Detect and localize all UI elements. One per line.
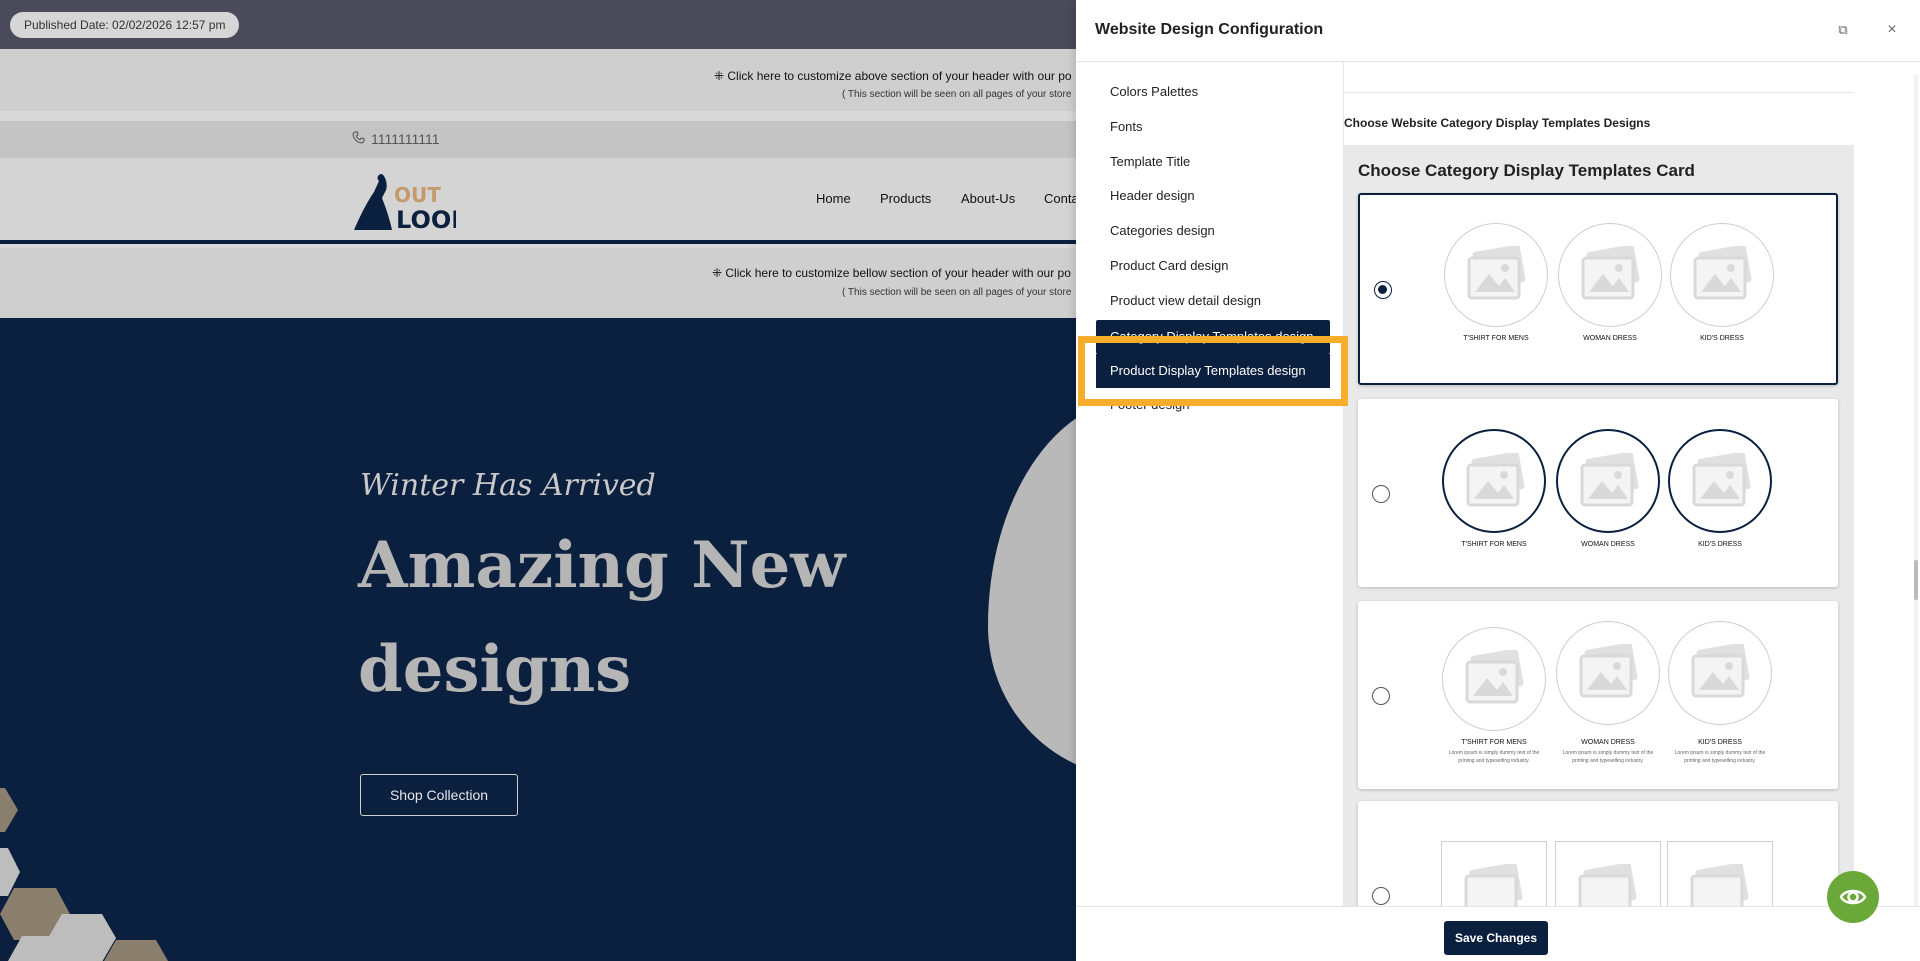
category-label: WOMAN DRESS [1581, 541, 1635, 548]
image-placeholder-icon [1667, 841, 1773, 906]
template-option-1[interactable]: T'SHIRT FOR MENS WOMAN DRESS KID'S DRESS [1358, 193, 1838, 385]
category-label: WOMAN DRESS [1581, 739, 1635, 746]
image-placeholder-icon [1441, 841, 1547, 906]
category-preview [1554, 841, 1662, 906]
category-preview: WOMAN DRESS [1556, 223, 1664, 342]
template-option-1-radio[interactable] [1374, 281, 1392, 299]
template-option-3[interactable]: T'SHIRT FOR MENS Lorem ipsum is simply d… [1358, 601, 1838, 789]
image-placeholder-icon [1555, 841, 1661, 906]
design-config-drawer: Website Design Configuration ⧉ × Colors … [1076, 0, 1920, 961]
content-scroll-thumb[interactable] [1914, 560, 1918, 600]
template-option-2[interactable]: T'SHIRT FOR MENS WOMAN DRESS KID'S DRESS [1358, 399, 1838, 587]
image-placeholder-icon [1668, 621, 1772, 725]
hero-decor-shape [988, 398, 1076, 778]
menu-colors-palettes[interactable]: Colors Palettes [1110, 84, 1198, 99]
category-label: T'SHIRT FOR MENS [1461, 739, 1527, 746]
drawer-footer: Save Changes [1076, 906, 1920, 961]
template-options-panel: Choose Category Display Templates Card T… [1344, 145, 1854, 906]
category-preview: KID'S DRESS [1666, 429, 1774, 548]
above-header-cta[interactable]: ⁜ Click here to customize above section … [714, 69, 1072, 83]
image-placeholder-icon [1442, 429, 1546, 533]
expand-icon[interactable]: ⧉ [1835, 22, 1851, 38]
drawer-title: Website Design Configuration [1095, 21, 1324, 38]
divider [1344, 92, 1854, 93]
phone-icon [352, 131, 365, 147]
hero-headline-line1: Amazing New [358, 528, 846, 603]
logo-text-top: OUT [394, 183, 441, 207]
menu-fonts[interactable]: Fonts [1110, 119, 1143, 134]
phone-bar: 1111111111 [0, 121, 1076, 158]
category-preview: T'SHIRT FOR MENS [1440, 429, 1548, 548]
image-placeholder-icon [1556, 621, 1660, 725]
category-preview: WOMAN DRESS [1554, 429, 1662, 548]
hero-headline-line2: designs [358, 632, 632, 707]
menu-categories-design[interactable]: Categories design [1110, 223, 1215, 238]
image-placeholder-icon [1444, 223, 1548, 327]
nav-about-us[interactable]: About-Us [961, 191, 1015, 206]
category-label: WOMAN DRESS [1583, 335, 1637, 342]
above-header-customize-strip[interactable]: ⁜ Click here to customize above section … [0, 49, 1076, 111]
store-logo[interactable]: OUT LOOK [352, 168, 471, 234]
image-placeholder-icon [1556, 429, 1660, 533]
image-placeholder-icon [1670, 223, 1774, 327]
category-preview [1666, 841, 1774, 906]
template-option-2-radio[interactable] [1372, 485, 1390, 503]
image-placeholder-icon [1558, 223, 1662, 327]
save-changes-button[interactable]: Save Changes [1444, 921, 1548, 955]
template-option-3-radio[interactable] [1372, 687, 1390, 705]
category-description: Lorem ipsum is simply dummy text of the … [1448, 750, 1540, 764]
nav-home[interactable]: Home [816, 191, 851, 206]
section-title: Choose Website Category Display Template… [1344, 116, 1651, 130]
menu-product-card-design[interactable]: Product Card design [1110, 258, 1229, 273]
eye-icon [1839, 889, 1867, 905]
template-option-4-radio[interactable] [1372, 887, 1390, 905]
category-label: KID'S DRESS [1700, 335, 1744, 342]
config-content: Choose Website Category Display Template… [1344, 62, 1920, 906]
logo-text-bottom: LOOK [396, 206, 456, 234]
menu-product-display-templates-design[interactable]: Product Display Templates design [1096, 354, 1330, 388]
below-header-cta[interactable]: ⁜ Click here to customize bellow section… [712, 266, 1071, 280]
below-header-note: ( This section will be seen on all pages… [842, 287, 1072, 298]
category-description: Lorem ipsum is simply dummy text of the … [1562, 750, 1654, 764]
category-preview: T'SHIRT FOR MENS Lorem ipsum is simply d… [1440, 627, 1548, 765]
template-option-4[interactable] [1358, 801, 1838, 906]
category-preview: T'SHIRT FOR MENS [1442, 223, 1550, 342]
hexagon-decor [0, 788, 168, 961]
category-label: T'SHIRT FOR MENS [1461, 541, 1527, 548]
category-preview: KID'S DRESS [1668, 223, 1776, 342]
category-label: KID'S DRESS [1698, 739, 1742, 746]
menu-template-title[interactable]: Template Title [1110, 154, 1190, 169]
category-preview [1440, 841, 1548, 906]
nav-products[interactable]: Products [880, 191, 931, 206]
published-date-badge: Published Date: 02/02/2026 12:57 pm [10, 12, 240, 38]
menu-product-view-detail-design[interactable]: Product view detail design [1110, 293, 1261, 308]
preview-eye-button[interactable] [1827, 871, 1879, 923]
drawer-header: Website Design Configuration ⧉ × [1076, 0, 1920, 62]
category-description: Lorem ipsum is simply dummy text of the … [1674, 750, 1766, 764]
above-header-note: ( This section will be seen on all pages… [842, 89, 1072, 100]
website-preview: Published Date: 02/02/2026 12:57 pm ⁜ Cl… [0, 0, 1076, 961]
panel-title: Choose Category Display Templates Card [1358, 161, 1695, 180]
nav-contact[interactable]: Conta [1044, 191, 1076, 206]
category-preview: KID'S DRESS Lorem ipsum is simply dummy … [1666, 621, 1774, 765]
close-icon[interactable]: × [1884, 22, 1900, 38]
hero-script-title: Winter Has Arrived [360, 468, 656, 503]
category-preview: WOMAN DRESS Lorem ipsum is simply dummy … [1554, 621, 1662, 765]
image-placeholder-icon [1668, 429, 1772, 533]
category-label: T'SHIRT FOR MENS [1463, 335, 1529, 342]
menu-header-design[interactable]: Header design [1110, 188, 1195, 203]
category-label: KID'S DRESS [1698, 541, 1742, 548]
shop-collection-button[interactable]: Shop Collection [360, 774, 518, 816]
config-side-menu: Colors Palettes Fonts Template Title Hea… [1076, 62, 1344, 906]
hero-banner: Winter Has Arrived Amazing New designs S… [0, 318, 1076, 961]
phone-number: 1111111111 [371, 131, 440, 147]
content-scrollbar[interactable] [1914, 75, 1918, 955]
preview-topbar: Published Date: 02/02/2026 12:57 pm [0, 0, 1076, 49]
image-placeholder-icon [1442, 627, 1546, 731]
below-header-customize-strip[interactable]: ⁜ Click here to customize bellow section… [0, 248, 1076, 318]
